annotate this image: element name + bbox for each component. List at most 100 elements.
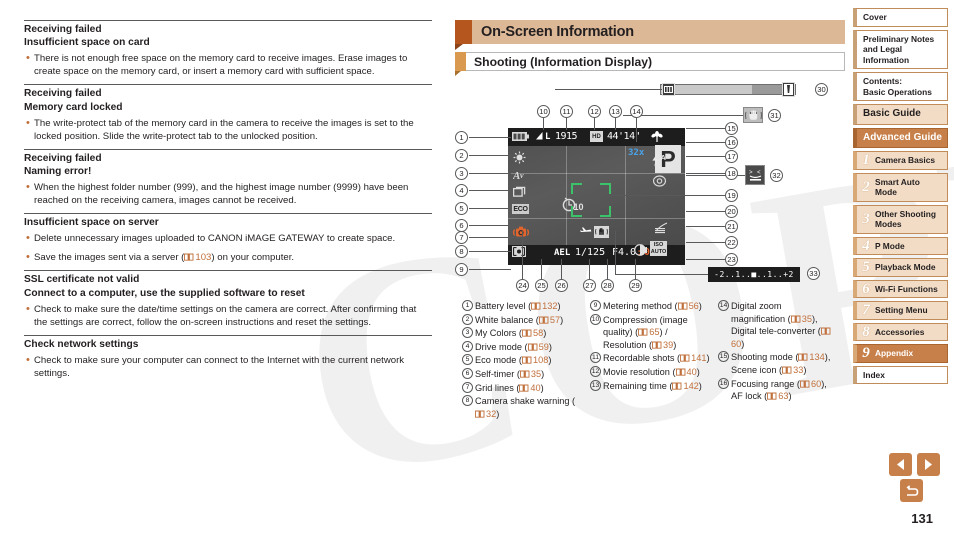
bullet-marker: •: [26, 354, 30, 367]
page-reference-number[interactable]: 35: [531, 369, 541, 379]
sidebar-item-index[interactable]: Index: [853, 365, 948, 384]
page-reference-number[interactable]: 103: [195, 252, 211, 263]
legend-item-number: 3: [462, 327, 475, 340]
page-reference-number[interactable]: 39: [663, 340, 673, 350]
legend-item-number: 14: [718, 300, 729, 311]
divider: [24, 84, 432, 86]
sidebar-item-label: Basic Guide: [863, 108, 921, 119]
callout-12: 12: [588, 105, 601, 118]
sidebar-item-number: 5: [862, 259, 870, 275]
divider: [24, 148, 432, 150]
page-reference-number[interactable]: 59: [539, 342, 549, 352]
leader-line-5: [469, 208, 511, 209]
page-reference-number[interactable]: 58: [533, 328, 543, 338]
next-page-button[interactable]: [917, 453, 940, 476]
callout-32: 32: [770, 169, 783, 182]
page-reference-icon: [538, 316, 549, 324]
battery-level-icon: [512, 132, 529, 141]
sidebar-item-smart-auto-mode[interactable]: 2 Smart Auto Mode: [853, 172, 948, 202]
leader-line-23: [686, 259, 725, 260]
bullet-marker: •: [26, 181, 30, 194]
page-reference-number[interactable]: 142: [683, 381, 698, 391]
sidebar-item-accessories[interactable]: 8 Accessories: [853, 322, 948, 341]
page-reference-number[interactable]: 60: [731, 339, 741, 349]
page-reference-number[interactable]: 33: [793, 365, 803, 375]
leader-line-25: [541, 259, 542, 279]
page-reference-number[interactable]: 141: [691, 353, 706, 363]
sidebar-item-number: 2: [862, 178, 870, 195]
sidebar-item-p-mode[interactable]: 4 P Mode: [853, 236, 948, 255]
error-message-block: Check network settings • Check to make sur…: [24, 334, 432, 380]
page-reference-number[interactable]: 40: [530, 383, 540, 393]
page-reference-icon: [790, 315, 801, 323]
callout-26: 26: [555, 279, 568, 292]
sidebar-item-appendix[interactable]: 9 Appendix: [853, 344, 948, 363]
sidebar-item-wi-fi-functions[interactable]: 6 Wi-Fi Functions: [853, 279, 948, 298]
callout-30: 30: [815, 83, 828, 96]
bullet-item: • There is not enough free space on the m…: [24, 52, 432, 78]
leader-line-10: [543, 118, 544, 130]
legend-item: 7 Grid lines (40): [462, 381, 584, 395]
leader-line-3: [469, 173, 511, 174]
page-reference-number[interactable]: 60: [811, 379, 821, 389]
sidebar-item-other-shooting-modes[interactable]: 3 Other Shooting Modes: [853, 204, 948, 234]
on-screen-information-column: On-Screen Information Shooting (Informat…: [455, 20, 845, 296]
leader-line-12: [594, 118, 595, 130]
divider: [24, 20, 432, 21]
page-reference-number[interactable]: 134: [809, 352, 824, 362]
svg-text:A: A: [661, 153, 667, 162]
legend-item-label: Compression (image quality) (65) / Resol…: [603, 314, 688, 350]
page-reference-number[interactable]: 56: [689, 301, 699, 311]
bullet-item: • Check to make sure the date/time settin…: [24, 303, 432, 329]
sidebar-item-advanced-guide[interactable]: Advanced Guide: [853, 127, 948, 148]
leader-line-24: [522, 231, 523, 279]
bullet-marker: •: [26, 232, 30, 245]
bullet-marker: •: [26, 302, 30, 315]
sidebar-item-preliminary-notes-and-legal-information[interactable]: Preliminary Notes and Legal Information: [853, 29, 948, 69]
chapter-sidebar[interactable]: Cover Preliminary Notes and Legal Informa…: [853, 8, 948, 387]
legend-item: 8 Camera shake warning (32): [462, 395, 584, 420]
page-reference-number[interactable]: 63: [778, 391, 788, 401]
page-reference-number[interactable]: 57: [550, 315, 560, 325]
page-reference-icon: [522, 329, 532, 337]
leader-line-28: [607, 259, 608, 279]
sidebar-item-label: Advanced Guide: [863, 131, 942, 143]
sidebar-item-label: Other Shooting Modes: [875, 208, 936, 230]
page-reference-number[interactable]: 132: [542, 301, 557, 311]
leader-line-22: [686, 242, 725, 243]
sidebar-item-label: Accessories: [875, 326, 925, 337]
page-reference-number[interactable]: 32: [486, 409, 496, 419]
page-reference-number[interactable]: 65: [649, 327, 659, 337]
legend-item-label: White balance (57): [475, 314, 564, 325]
sidebar-item-number: 4: [862, 237, 870, 254]
sidebar-item-playback-mode[interactable]: 5 Playback Mode: [853, 258, 948, 277]
page-navigation[interactable]: [889, 453, 940, 476]
sidebar-item-contents-basic-operations[interactable]: Contents: Basic Operations: [853, 72, 948, 101]
sidebar-item-number: 8: [862, 323, 870, 340]
sidebar-item-basic-guide[interactable]: Basic Guide: [853, 104, 948, 125]
legend-item-number: 2: [462, 313, 475, 327]
leader-line-6: [469, 225, 515, 226]
leader-line-16: [686, 142, 725, 143]
previous-page-button[interactable]: [889, 453, 912, 476]
leader-line-13: [615, 118, 616, 130]
chapter-tab-marker: [455, 20, 472, 50]
sidebar-item-setting-menu[interactable]: 7 Setting Menu: [853, 301, 948, 320]
page-reference-number[interactable]: 40: [687, 367, 697, 377]
page-reference-number[interactable]: 108: [533, 355, 548, 365]
sidebar-item-cover[interactable]: Cover: [853, 8, 948, 27]
leader-line-4: [469, 190, 511, 191]
page-reference-number[interactable]: 35: [802, 314, 812, 324]
legend-item: 16 Focusing range (60), AF lock (63): [718, 377, 832, 403]
error-message-title: Receiving failed: [24, 88, 102, 100]
legend-item-label: Drive mode (59): [475, 341, 552, 352]
back-button[interactable]: [900, 479, 923, 502]
leader-line-27: [589, 259, 590, 279]
callout-24: 24: [516, 279, 529, 292]
sidebar-item-number: 7: [862, 302, 870, 318]
error-message-block: Receiving failed Naming error! • When the h…: [24, 148, 432, 207]
error-message-block: Insufficient space on server • Delete unne…: [24, 213, 432, 264]
sidebar-item-camera-basics[interactable]: 1 Camera Basics: [853, 151, 948, 170]
divider: [24, 334, 432, 336]
legend-item-label: Focusing range (60), AF lock (63): [731, 378, 827, 402]
